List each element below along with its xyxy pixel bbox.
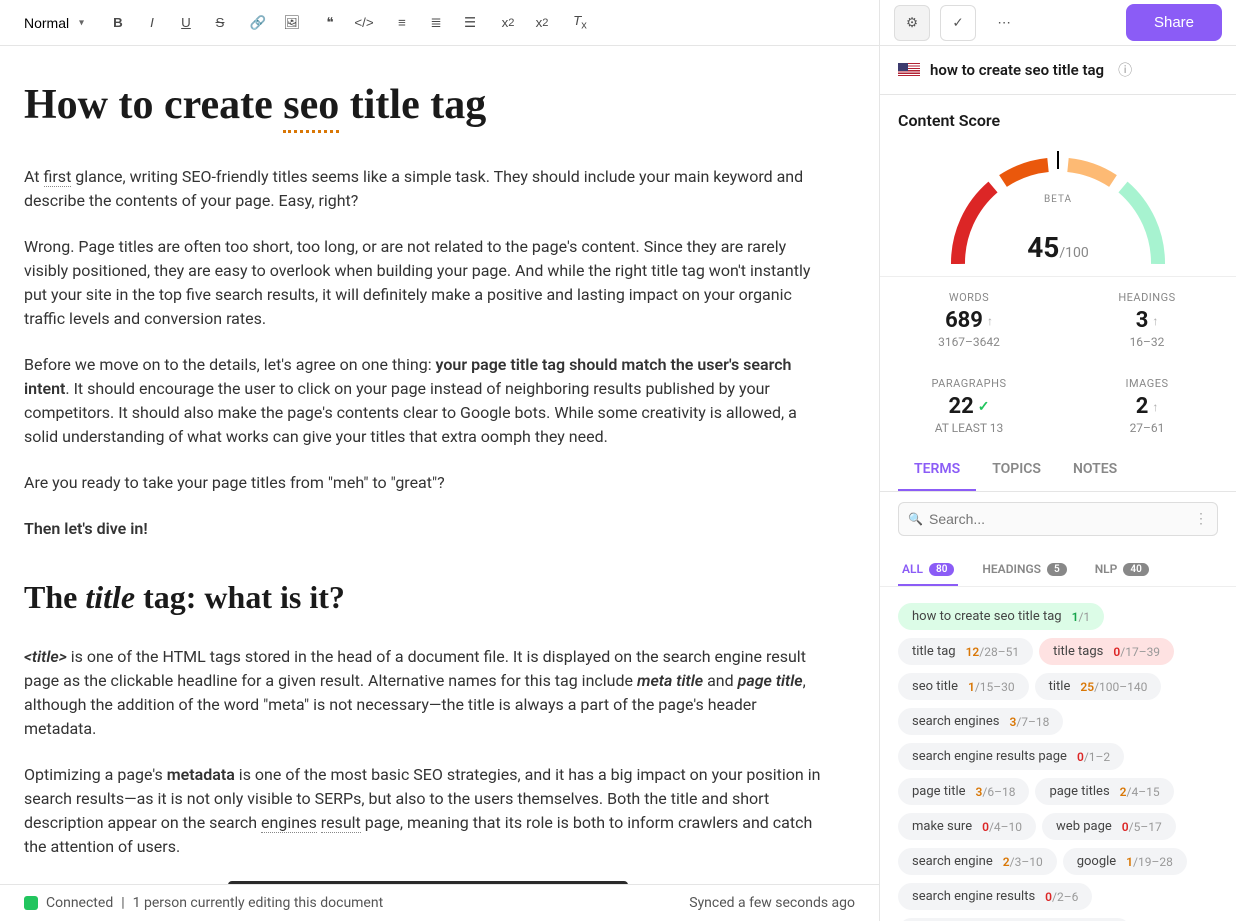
- term-chip[interactable]: google 1/19–28: [1063, 848, 1187, 875]
- more-icon: ⋯: [997, 15, 1010, 31]
- paragraph: At first glance, writing SEO-friendly ti…: [24, 165, 831, 213]
- quote-icon: ❝: [326, 15, 333, 31]
- check-circle-icon: ✓: [952, 15, 963, 31]
- paragraph: Wrong. Page titles are often too short, …: [24, 235, 831, 331]
- doc-subtitle: The title tag: what is it?: [24, 573, 831, 621]
- superscript-button[interactable]: x2: [532, 13, 552, 33]
- editor-content[interactable]: How to create seo title tag At first gla…: [0, 46, 879, 884]
- paragraph: Optimizing a page's metadata is one of t…: [24, 763, 831, 859]
- tab-terms[interactable]: TERMS: [898, 449, 976, 491]
- term-chip[interactable]: how to create seo title tag 1/1: [898, 603, 1104, 630]
- terms-list: how to create seo title tag 1/1 title ta…: [880, 587, 1236, 921]
- section-tabs: TERMSTOPICSNOTES: [880, 449, 1236, 492]
- ol-icon: ≣: [430, 15, 441, 31]
- term-chip[interactable]: title tag 12/28–51: [898, 638, 1033, 665]
- side-pane: ⚙ ✓ ⋯ Share how to create seo title tag …: [880, 0, 1236, 921]
- code-icon: </>: [354, 15, 373, 30]
- italic-button[interactable]: I: [142, 13, 162, 33]
- code-button[interactable]: </>: [354, 13, 374, 33]
- align-button[interactable]: ≡: [392, 13, 412, 33]
- check-button[interactable]: ✓: [940, 5, 976, 41]
- underline-button[interactable]: U: [176, 13, 196, 33]
- ul-icon: ☰: [464, 15, 476, 31]
- toolbar: Normal B I U S 🔗 🖼 ❝ </> ≡ ≣ ☰ x: [0, 0, 879, 46]
- term-chip[interactable]: title 25/100–140: [1035, 673, 1162, 700]
- unordered-list-button[interactable]: ☰: [460, 13, 480, 33]
- term-chip[interactable]: search engine results page 0/1–2: [898, 743, 1124, 770]
- keyword-text: how to create seo title tag: [930, 61, 1104, 79]
- keyword-row: how to create seo title tag ⓘ: [880, 46, 1236, 95]
- clear-format-button[interactable]: Tx: [570, 13, 590, 33]
- paragraph: Before we move on to the details, let's …: [24, 353, 831, 449]
- term-chip[interactable]: web page 0/5–17: [1042, 813, 1176, 840]
- term-chip[interactable]: search engine results 0/2–6: [898, 883, 1092, 910]
- link-button[interactable]: 🔗: [248, 13, 268, 33]
- filter-nlp[interactable]: NLP40: [1091, 554, 1153, 586]
- tab-topics[interactable]: TOPICS: [976, 449, 1057, 491]
- paragraph: <title> is one of the HTML tags stored i…: [24, 645, 831, 741]
- term-chip[interactable]: page titles 2/4–15: [1035, 778, 1173, 805]
- metric-words: WORDS 689↑ 3167–3642: [880, 277, 1058, 363]
- score-value: 45/100: [1027, 231, 1089, 264]
- search-icon: 🔍: [908, 512, 923, 526]
- tab-notes[interactable]: NOTES: [1057, 449, 1133, 491]
- doc-title: How to create seo title tag: [24, 74, 831, 137]
- bold-button[interactable]: B: [108, 13, 128, 33]
- term-chip[interactable]: title tags 0/17–39: [1039, 638, 1174, 665]
- link-icon: 🔗: [250, 15, 267, 31]
- editing-text: 1 person currently editing this document: [133, 895, 384, 911]
- term-chip[interactable]: make sure 0/4–10: [898, 813, 1036, 840]
- share-button[interactable]: Share: [1126, 4, 1222, 41]
- score-title: Content Score: [898, 111, 1218, 130]
- strike-button[interactable]: S: [210, 13, 230, 33]
- paragraph: Are you ready to take your page titles f…: [24, 471, 831, 495]
- status-bar: Connected | 1 person currently editing t…: [0, 884, 879, 921]
- term-chip[interactable]: page title 3/6–18: [898, 778, 1029, 805]
- beta-tag: BETA: [1044, 194, 1072, 205]
- us-flag-icon: [898, 63, 920, 78]
- term-chip[interactable]: search engines 3/7–18: [898, 708, 1063, 735]
- paragraph: Then let's dive in!: [24, 517, 831, 541]
- image-icon: 🖼: [284, 15, 301, 31]
- image-button[interactable]: 🖼: [282, 13, 302, 33]
- side-header: ⚙ ✓ ⋯ Share: [880, 0, 1236, 46]
- filter-headings[interactable]: HEADINGS5: [978, 554, 1070, 586]
- connected-text: Connected: [46, 895, 113, 911]
- filter-all[interactable]: ALL80: [898, 554, 958, 586]
- metrics: WORDS 689↑ 3167–3642 HEADINGS 3↑ 16–32 P…: [880, 276, 1236, 449]
- ordered-list-button[interactable]: ≣: [426, 13, 446, 33]
- filter-tabs: ALL80 HEADINGS5 NLP40: [880, 546, 1236, 587]
- subscript-button[interactable]: x2: [498, 13, 518, 33]
- term-chip[interactable]: search engine 2/3–10: [898, 848, 1057, 875]
- score-section: Content Score BETA 45/100: [880, 95, 1236, 276]
- info-icon[interactable]: ⓘ: [1118, 60, 1132, 80]
- format-select[interactable]: Normal: [20, 11, 90, 35]
- search-options-icon[interactable]: ⋮: [1194, 511, 1208, 527]
- align-icon: ≡: [398, 15, 406, 30]
- synced-text: Synced a few seconds ago: [689, 895, 855, 911]
- metric-paragraphs: PARAGRAPHS 22✓ AT LEAST 13: [880, 363, 1058, 449]
- connected-icon: [24, 896, 38, 910]
- term-chip[interactable]: seo title 1/15–30: [898, 673, 1029, 700]
- quote-button[interactable]: ❝: [320, 13, 340, 33]
- settings-button[interactable]: ⚙: [894, 5, 930, 41]
- metric-headings: HEADINGS 3↑ 16–32: [1058, 277, 1236, 363]
- inline-image: [228, 881, 628, 884]
- metric-images: IMAGES 2↑ 27–61: [1058, 363, 1236, 449]
- editor-pane: Normal B I U S 🔗 🖼 ❝ </> ≡ ≣ ☰ x: [0, 0, 880, 921]
- clear-icon: Tx: [573, 13, 587, 32]
- gear-icon: ⚙: [906, 15, 918, 31]
- terms-search-input[interactable]: [898, 502, 1218, 536]
- more-button[interactable]: ⋯: [986, 5, 1022, 41]
